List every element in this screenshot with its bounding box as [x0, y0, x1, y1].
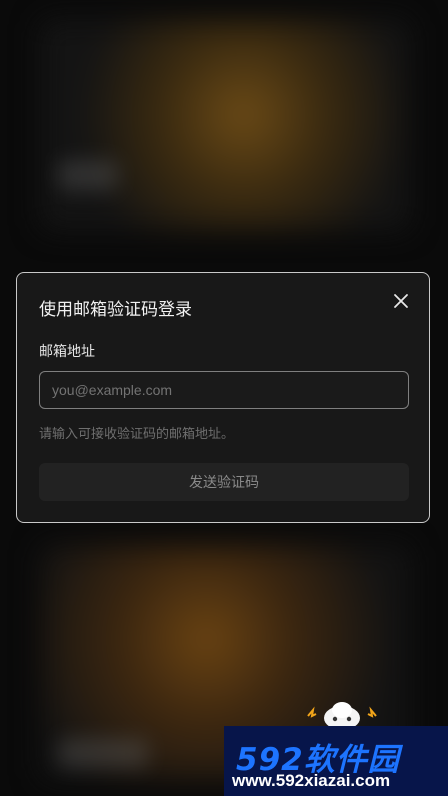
close-icon: [394, 294, 408, 308]
close-button[interactable]: [389, 289, 413, 313]
email-input[interactable]: [39, 371, 409, 409]
watermark-url: www.592xiazai.com: [232, 771, 391, 790]
email-hint: 请输入可接收验证码的邮箱地址。: [39, 427, 235, 442]
watermark-banner: 592软件园 www.592xiazai.com: [224, 726, 448, 796]
blurred-top-card: [40, 20, 410, 230]
blurred-top-chip: [58, 160, 118, 190]
modal-title: 使用邮箱验证码登录: [39, 300, 192, 320]
blurred-bottom-chip: [58, 738, 148, 768]
send-code-button[interactable]: 发送验证码: [39, 463, 409, 501]
email-login-modal: 使用邮箱验证码登录 邮箱地址 请输入可接收验证码的邮箱地址。 发送验证码: [16, 272, 430, 523]
email-label: 邮箱地址: [39, 344, 95, 360]
